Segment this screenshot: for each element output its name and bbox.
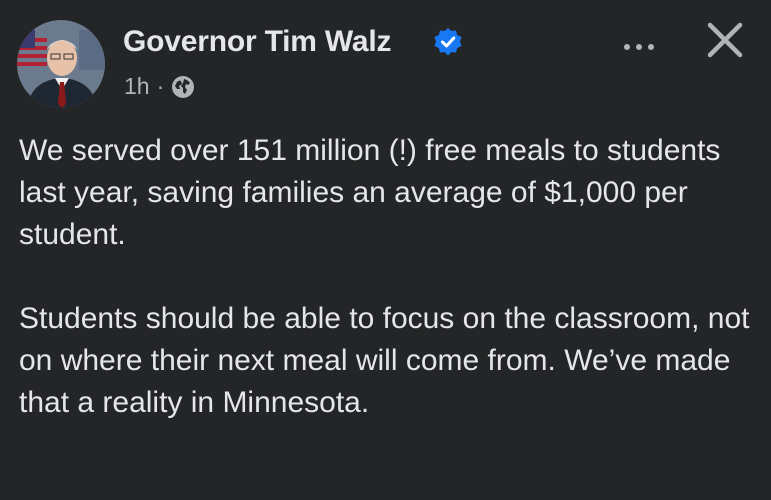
globe-icon <box>172 75 195 98</box>
more-options-icon-dot <box>636 44 642 50</box>
avatar-image <box>17 20 105 108</box>
more-options-icon-dot <box>624 44 630 50</box>
timestamp[interactable]: 1h <box>124 73 150 100</box>
author-name[interactable]: Governor Tim Walz <box>123 25 392 59</box>
post-header: Governor Tim Walz 1h · <box>17 20 757 110</box>
close-icon[interactable] <box>705 20 745 60</box>
more-options-icon-dot <box>648 44 654 50</box>
meta-separator: · <box>156 73 165 99</box>
post-body: We served over 151 million (!) free meal… <box>19 130 754 424</box>
verified-badge-icon <box>434 28 462 56</box>
more-options-button[interactable] <box>613 32 665 62</box>
post-meta: 1h · <box>124 73 195 100</box>
post-paragraph: Students should be able to focus on the … <box>19 302 750 419</box>
avatar[interactable] <box>17 20 105 108</box>
post-paragraph: We served over 151 million (!) free meal… <box>19 134 721 251</box>
post-card: Governor Tim Walz 1h · We served over 15… <box>0 0 771 500</box>
